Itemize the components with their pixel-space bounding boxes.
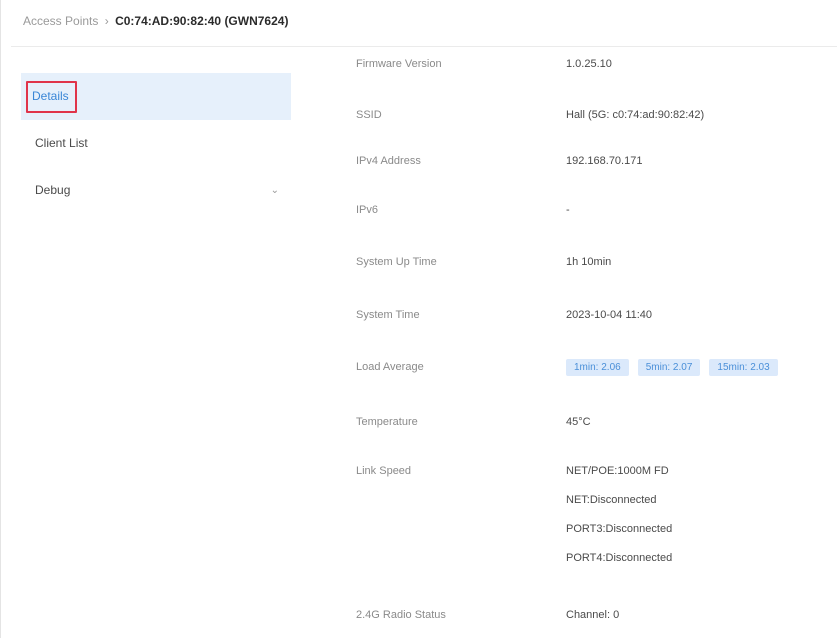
load-badge-1min: 1min: 2.06 xyxy=(566,359,629,376)
ipv6-value: - xyxy=(566,204,570,216)
ipv4-value: 192.168.70.171 xyxy=(566,155,643,167)
sidebar-item-details[interactable]: Details xyxy=(21,73,291,120)
load-average-badges: 1min: 2.06 5min: 2.07 15min: 2.03 xyxy=(566,359,787,376)
temperature-value: 45°C xyxy=(566,416,591,428)
details-panel: Firmware Version 1.0.25.10 SSID Hall (5G… xyxy=(356,48,837,629)
header-divider xyxy=(11,46,837,47)
detail-row-system-time: System Time 2023-10-04 11:40 xyxy=(356,291,837,343)
link-speed-line: NET:Disconnected xyxy=(566,494,657,506)
detail-row-link-speed: Link Speed NET/POE:1000M FD NET:Disconne… xyxy=(356,445,837,589)
load-average-label: Load Average xyxy=(356,361,424,373)
radio-24-label: 2.4G Radio Status xyxy=(356,609,446,621)
breadcrumb-separator: › xyxy=(104,14,109,28)
sidebar-item-debug[interactable]: Debug ⌄ xyxy=(21,167,291,214)
link-speed-line: PORT4:Disconnected xyxy=(566,552,673,564)
detail-row-temperature: Temperature 45°C xyxy=(356,396,837,445)
ssid-value: Hall (5G: c0:74:ad:90:82:42) xyxy=(566,109,705,121)
sidebar-item-label: Details xyxy=(26,81,77,113)
uptime-label: System Up Time xyxy=(356,256,437,268)
uptime-value: 1h 10min xyxy=(566,256,612,268)
link-speed-values: NET/POE:1000M FD NET:Disconnected PORT3:… xyxy=(566,465,672,564)
sidebar-item-label: Client List xyxy=(35,136,88,150)
breadcrumb-access-points-link[interactable]: Access Points xyxy=(23,14,98,28)
detail-row-uptime: System Up Time 1h 10min xyxy=(356,238,837,291)
load-badge-5min: 5min: 2.07 xyxy=(637,359,701,376)
system-time-value: 2023-10-04 11:40 xyxy=(566,309,653,321)
sidebar-item-label: Debug xyxy=(35,183,71,197)
radio-24-value: Channel: 0 xyxy=(566,609,620,621)
ipv6-label: IPv6 xyxy=(356,204,379,216)
system-time-label: System Time xyxy=(356,309,420,321)
ap-details-page: Access Points › C0:74:AD:90:82:40 (GWN76… xyxy=(0,0,837,638)
firmware-version-value: 1.0.25.10 xyxy=(566,58,612,70)
detail-row-firmware: Firmware Version 1.0.25.10 xyxy=(356,48,837,88)
detail-row-ipv4: IPv4 Address 192.168.70.171 xyxy=(356,137,837,186)
detail-row-load-average: Load Average 1min: 2.06 5min: 2.07 15min: … xyxy=(356,343,837,396)
ipv4-label: IPv4 Address xyxy=(356,155,421,167)
firmware-version-label: Firmware Version xyxy=(356,58,442,70)
ssid-label: SSID xyxy=(356,109,382,121)
detail-row-radio-24: 2.4G Radio Status Channel: 0 xyxy=(356,589,837,629)
detail-sidebar: Details Client List Debug ⌄ xyxy=(21,73,291,214)
link-speed-line: PORT3:Disconnected xyxy=(566,523,673,535)
load-badge-15min: 15min: 2.03 xyxy=(709,359,778,376)
detail-row-ssid: SSID Hall (5G: c0:74:ad:90:82:42) xyxy=(356,88,837,137)
temperature-label: Temperature xyxy=(356,416,418,428)
breadcrumb-current-device: C0:74:AD:90:82:40 (GWN7624) xyxy=(115,14,289,28)
link-speed-label: Link Speed xyxy=(356,465,412,477)
chevron-down-icon: ⌄ xyxy=(270,185,279,196)
detail-row-ipv6: IPv6 - xyxy=(356,186,837,238)
sidebar-item-client-list[interactable]: Client List xyxy=(21,120,291,167)
breadcrumb: Access Points › C0:74:AD:90:82:40 (GWN76… xyxy=(23,14,288,28)
link-speed-line: NET/POE:1000M FD xyxy=(566,465,669,477)
